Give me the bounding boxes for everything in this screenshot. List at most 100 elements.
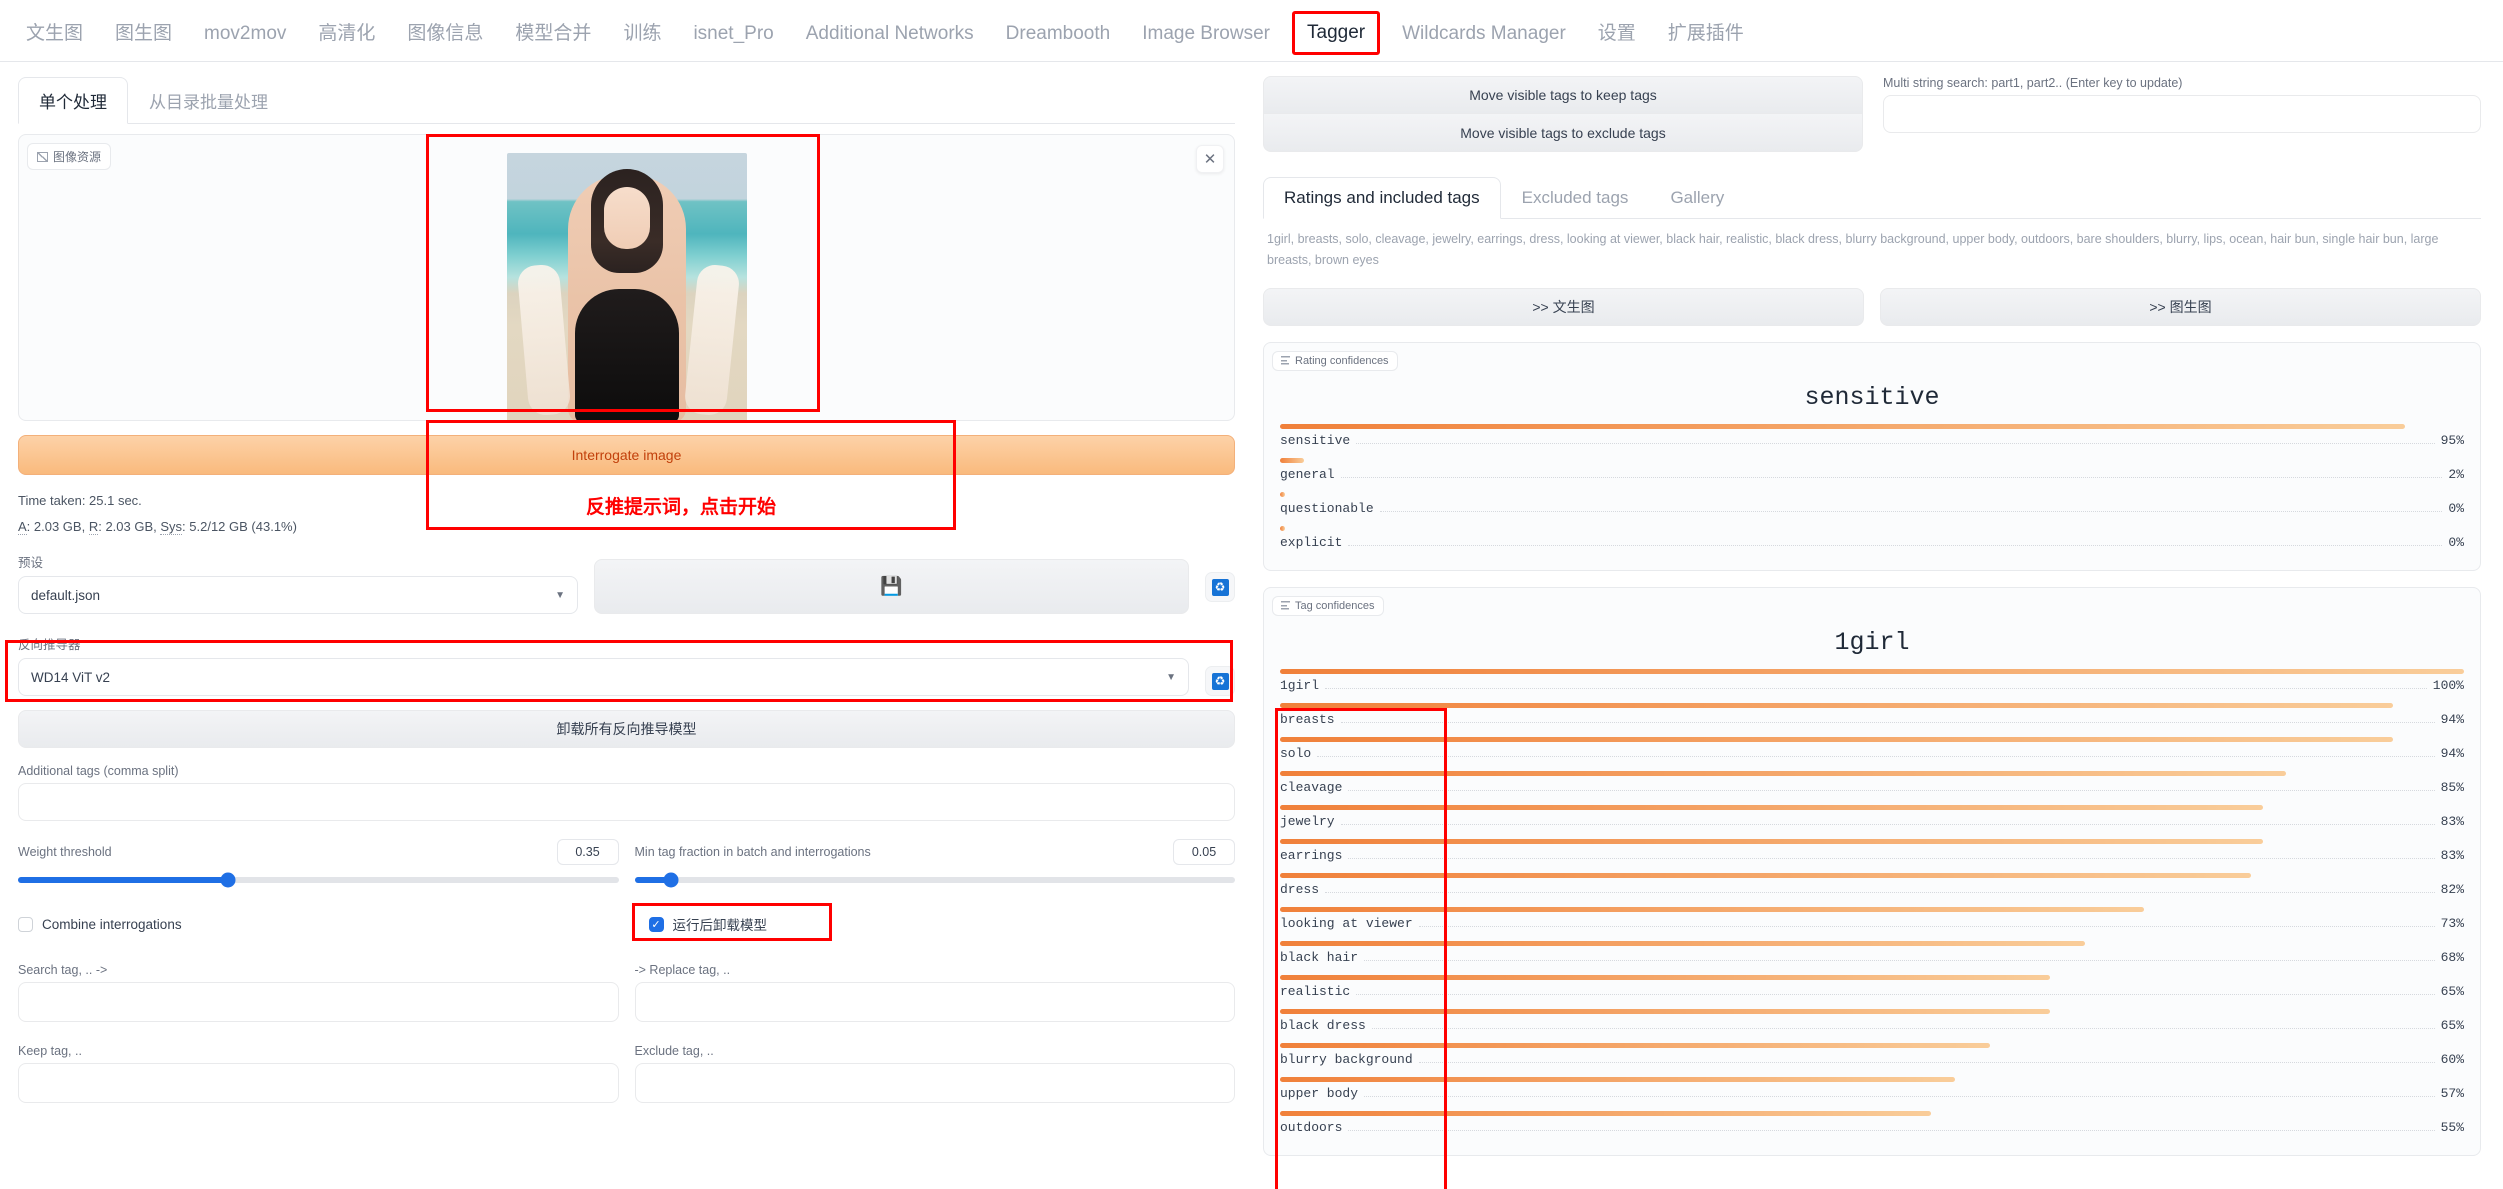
tag-row: blurry background 60% (1278, 1042, 2466, 1067)
interrogator-value: WD14 ViT v2 (31, 669, 111, 685)
interrogator-select[interactable]: WD14 ViT v2 ▼ (18, 658, 1189, 696)
right-panel: Move visible tags to keep tags Move visi… (1253, 62, 2503, 1189)
tag-confidences-chip: Tag confidences (1272, 595, 1384, 616)
min-tag-fraction-value[interactable]: 0.05 (1173, 839, 1235, 865)
image-source-panel[interactable]: 图像资源 ✕ (18, 134, 1235, 423)
tag-row: outdoors 55% (1278, 1110, 2466, 1135)
image-figure-dress (574, 289, 679, 423)
tag-dots (1317, 755, 2435, 757)
chevron-down-icon: ▼ (555, 589, 565, 601)
tag-bar (1280, 872, 2251, 878)
combine-interrogations-checkbox[interactable] (18, 916, 33, 932)
multi-string-search-input[interactable] (1883, 95, 2481, 133)
results-tab-0[interactable]: Ratings and included tags (1263, 177, 1501, 219)
tag-dots (1418, 925, 2435, 927)
weight-threshold-knob[interactable] (220, 872, 236, 888)
refresh-preset-button[interactable]: ♻ (1205, 572, 1235, 602)
tag-confidences-panel: Tag confidences 1girl 1girl 100% breasts 94… (1263, 586, 2481, 1156)
weight-threshold-value[interactable]: 0.35 (556, 839, 619, 865)
nav-tab-3[interactable]: 高清化 (302, 12, 391, 61)
send-to-img2img-button[interactable]: >> 图生图 (1880, 287, 2481, 326)
move-visible-to-keep-button[interactable]: Move visible tags to keep tags (1263, 76, 1863, 114)
tag-label: black hair (1280, 949, 1359, 965)
rating-label: questionable (1280, 500, 1374, 516)
nav-tab-5[interactable]: 模型合并 (499, 12, 607, 61)
recycle-icon-interrogator: ♻ (1211, 672, 1229, 690)
rating-label: explicit (1280, 534, 1343, 550)
unload-after-run-checkbox[interactable]: ✓ (648, 916, 664, 932)
main-layout: 单个处理 从目录批量处理 图像资源 ✕ Interrogate image 反推… (0, 62, 2503, 1189)
processing-tab-1[interactable]: 从目录批量处理 (128, 77, 289, 124)
multi-string-search-label: Multi string search: part1, part2.. (Ent… (1883, 76, 2183, 90)
nav-tab-9[interactable]: Dreambooth (990, 17, 1127, 61)
search-tag-input[interactable] (18, 982, 619, 1022)
unload-all-models-button[interactable]: 卸载所有反向推导模型 (18, 710, 1235, 748)
results-tab-2[interactable]: Gallery (1649, 177, 1745, 219)
tag-bar (1280, 736, 2393, 742)
image-source-label: 图像资源 (53, 150, 102, 164)
refresh-interrogator-button[interactable]: ♻ (1205, 666, 1235, 696)
tag-line: realistic 65% (1280, 984, 2464, 999)
nav-tab-13[interactable]: 设置 (1582, 12, 1652, 61)
unload-after-run-checkbox-row[interactable]: ✓ 运行后卸载模型 (635, 907, 1236, 941)
nav-tab-10[interactable]: Image Browser (1126, 17, 1286, 61)
tag-line: blurry background 60% (1280, 1052, 2464, 1067)
memory-a-value: : 2.03 GB, (26, 519, 89, 534)
tag-row: breasts 94% (1278, 702, 2466, 727)
tag-row: black hair 68% (1278, 940, 2466, 965)
preset-select[interactable]: default.json ▼ (18, 576, 578, 614)
min-tag-fraction-slider[interactable] (634, 872, 1235, 888)
processing-tab-0[interactable]: 单个处理 (18, 77, 128, 124)
tag-dots (1364, 959, 2435, 961)
tag-confidences-label: Tag confidences (1295, 599, 1375, 612)
rating-bar (1280, 423, 2405, 429)
tag-label: earrings (1280, 847, 1343, 863)
tag-line: dress 82% (1280, 882, 2464, 897)
tag-line: cleavage 85% (1280, 780, 2464, 795)
tag-label: breasts (1280, 711, 1335, 727)
nav-tab-7[interactable]: isnet_Pro (677, 17, 789, 61)
generated-tags-text[interactable]: 1girl, breasts, solo, cleavage, jewelry,… (1263, 219, 2481, 276)
nav-tab-6[interactable]: 训练 (607, 12, 677, 61)
save-preset-button[interactable]: 💾 (594, 559, 1189, 614)
nav-tab-0[interactable]: 文生图 (10, 12, 99, 61)
rating-bar (1280, 457, 1304, 463)
tag-percent: 65% (2440, 1017, 2464, 1033)
nav-tab-1[interactable]: 图生图 (99, 12, 188, 61)
combine-interrogations-checkbox-row[interactable]: Combine interrogations (18, 916, 619, 932)
nav-tab-11[interactable]: Tagger (1292, 11, 1381, 55)
exclude-tag-input[interactable] (634, 1063, 1235, 1103)
additional-tags-input[interactable] (18, 783, 1235, 821)
keep-tag-input[interactable] (18, 1063, 619, 1103)
nav-tab-4[interactable]: 图像信息 (391, 12, 499, 61)
tag-bar (1280, 906, 2145, 912)
tag-row: black dress 65% (1278, 1008, 2466, 1033)
nav-tab-12[interactable]: Wildcards Manager (1386, 17, 1582, 61)
tag-dots (1348, 857, 2435, 859)
send-to-txt2img-button[interactable]: >> 文生图 (1263, 287, 1864, 326)
rating-line: general 2% (1280, 467, 2464, 482)
interrogate-image-button[interactable]: Interrogate image (18, 435, 1235, 475)
weight-threshold-slider[interactable] (18, 872, 619, 888)
tag-line: earrings 83% (1280, 848, 2464, 863)
nav-tab-8[interactable]: Additional Networks (790, 17, 990, 61)
min-tag-fraction-knob[interactable] (663, 872, 679, 888)
memory-a-label: A (18, 519, 27, 535)
tag-bar (1280, 804, 2263, 810)
rating-dots (1356, 442, 2435, 444)
results-tab-1[interactable]: Excluded tags (1501, 177, 1650, 219)
tag-label: outdoors (1280, 1119, 1343, 1135)
rating-confidences-chip: Rating confidences (1272, 350, 1398, 371)
tag-percent: 94% (2440, 711, 2464, 727)
nav-tab-14[interactable]: 扩展插件 (1652, 12, 1760, 61)
nav-tab-2[interactable]: mov2mov (188, 17, 302, 61)
search-tag-label: Search tag, .. -> (18, 963, 108, 977)
uploaded-image[interactable] (506, 153, 747, 423)
close-icon[interactable]: ✕ (1196, 145, 1224, 173)
move-visible-to-exclude-button[interactable]: Move visible tags to exclude tags (1263, 114, 1863, 152)
tag-label: black dress (1280, 1017, 1366, 1033)
replace-tag-input[interactable] (634, 982, 1235, 1022)
tag-label: jewelry (1280, 813, 1335, 829)
rating-label: general (1280, 466, 1335, 482)
tag-bar (1280, 974, 2050, 980)
